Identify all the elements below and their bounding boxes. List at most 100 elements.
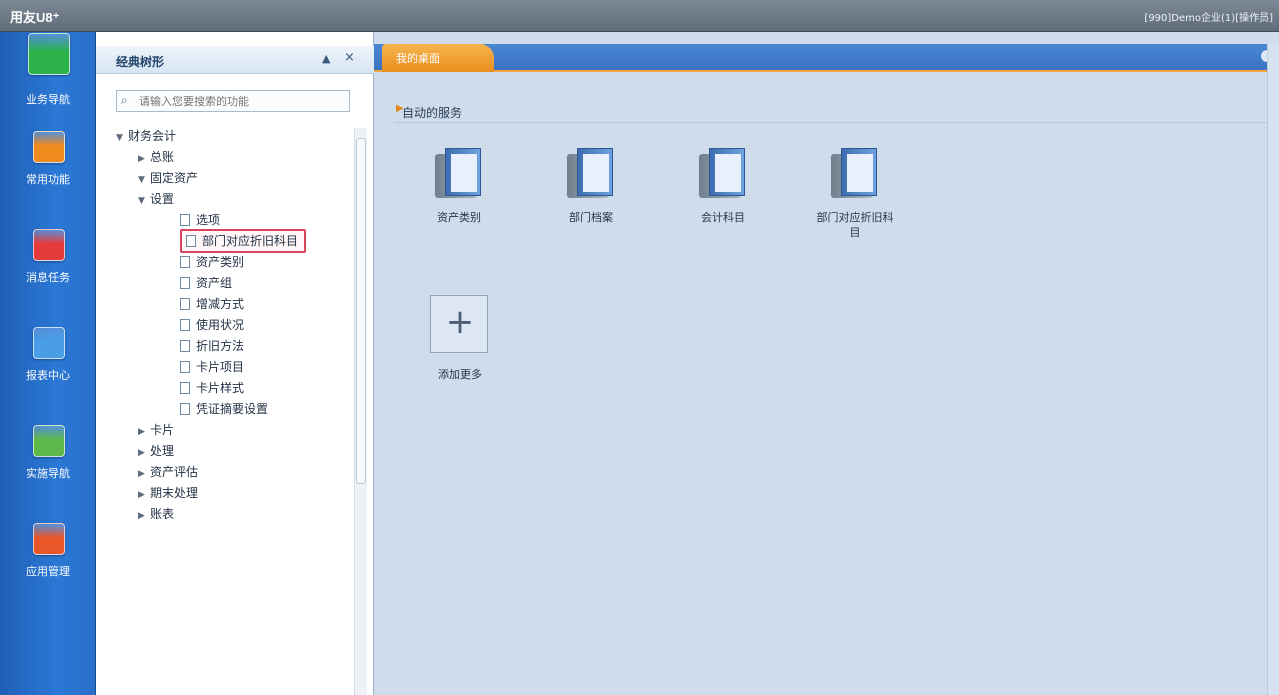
folder-icon xyxy=(831,148,879,198)
nav-item-label: 业务导航 xyxy=(26,93,70,106)
document-icon xyxy=(180,403,190,415)
shortcut-label: 部门对应折旧科目 xyxy=(816,211,894,239)
tree-node-label: 卡片项目 xyxy=(196,360,245,374)
document-icon xyxy=(180,277,190,289)
folder-icon xyxy=(435,148,483,198)
tree-node[interactable]: ▶ 处理 xyxy=(138,441,174,461)
tree-node[interactable]: ▶ 期末处理 xyxy=(138,483,198,503)
scroll-thumb[interactable] xyxy=(356,138,366,484)
section-divider xyxy=(394,122,1279,123)
nav-item-label: 常用功能 xyxy=(26,173,70,186)
document-icon xyxy=(180,298,190,310)
tree-node[interactable]: ▼ 固定资产 xyxy=(138,168,198,188)
tree-panel: 经典树形 ▲ × ⌕ ▼财务会计▶总账▼固定资产▼设置选项部门对应折旧科目资产类… xyxy=(96,32,374,695)
shortcut-item[interactable]: 部门对应折旧科目 xyxy=(800,140,910,260)
search-input[interactable] xyxy=(139,93,344,109)
tree-node-label: 部门对应折旧科目 xyxy=(202,234,299,248)
tree-node[interactable]: 使用状况 xyxy=(180,315,244,335)
add-more-button[interactable]: + xyxy=(430,295,488,353)
tree-node[interactable]: 增减方式 xyxy=(180,294,244,314)
tree-header: 经典树形 ▲ × xyxy=(96,46,374,74)
tree-node[interactable]: ▶ 资产评估 xyxy=(138,462,198,482)
tree-node[interactable]: 卡片样式 xyxy=(180,378,244,398)
close-icon[interactable]: × xyxy=(344,50,355,65)
document-icon xyxy=(180,361,190,373)
tree-node-selected[interactable]: 部门对应折旧科目 xyxy=(180,229,307,253)
nav-item[interactable]: 应用管理 xyxy=(0,523,96,609)
document-icon xyxy=(186,235,196,247)
tab-label: 我的桌面 xyxy=(396,52,440,65)
tree-node-label: 资产评估 xyxy=(150,465,199,479)
tree-node[interactable]: 资产组 xyxy=(180,273,232,293)
document-icon xyxy=(180,319,190,331)
tree-scrollbar[interactable] xyxy=(354,128,367,695)
tree-node-label: 增减方式 xyxy=(196,297,245,311)
nav-item-label: 应用管理 xyxy=(26,565,70,578)
tree-node-label: 使用状况 xyxy=(196,318,245,332)
tree-node-label: 总账 xyxy=(150,150,175,164)
nav-item[interactable]: 业务导航 xyxy=(0,33,96,119)
add-more-label[interactable]: 添加更多 xyxy=(420,366,500,382)
section-title: 自动的服务 xyxy=(402,106,463,120)
search-icon: ⌕ xyxy=(121,93,128,107)
tree-node-label: 期末处理 xyxy=(150,486,199,500)
shortcut-label: 资产类别 xyxy=(437,211,481,224)
nav-item[interactable]: 常用功能 xyxy=(0,131,96,217)
tree-node-label: 卡片样式 xyxy=(196,381,245,395)
collapse-arrow-icon[interactable]: ▶ xyxy=(138,422,150,442)
search-box: ⌕ xyxy=(116,90,350,112)
expand-arrow-icon[interactable]: ▼ xyxy=(138,191,150,211)
document-icon xyxy=(180,256,190,268)
tree-node[interactable]: 折旧方法 xyxy=(180,336,244,356)
tree-node[interactable]: 卡片项目 xyxy=(180,357,244,377)
tab-bar: 我的桌面 xyxy=(374,44,1279,72)
tree-node[interactable]: ▼ 设置 xyxy=(138,189,174,209)
tree-node[interactable]: 选项 xyxy=(180,210,220,230)
chart-icon xyxy=(33,327,65,359)
tree-node-label: 折旧方法 xyxy=(196,339,245,353)
tree-node-label: 选项 xyxy=(196,213,221,227)
tree-node[interactable]: 凭证摘要设置 xyxy=(180,399,268,419)
tree-node-label: 财务会计 xyxy=(128,129,177,143)
nav-item[interactable]: 报表中心 xyxy=(0,327,96,413)
nav-item-label: 报表中心 xyxy=(26,369,70,382)
collapse-arrow-icon[interactable]: ▶ xyxy=(138,443,150,463)
pin-icon[interactable]: ▲ xyxy=(322,52,330,65)
folder-icon xyxy=(567,148,615,198)
tree-node-label: 设置 xyxy=(150,192,175,206)
checklist-icon xyxy=(33,229,65,261)
shortcut-item[interactable]: 会计科目 xyxy=(668,140,778,260)
tree-node[interactable]: ▼ 财务会计 xyxy=(116,126,176,146)
tree-node[interactable]: ▶ 总账 xyxy=(138,147,174,167)
app-title: 用友U8⁺ xyxy=(10,10,60,25)
shortcut-item[interactable]: 部门档案 xyxy=(536,140,646,260)
collapse-arrow-icon[interactable]: ▶ xyxy=(138,149,150,169)
expand-arrow-icon[interactable]: ▼ xyxy=(138,170,150,190)
star-icon xyxy=(33,131,65,163)
tree-title: 经典树形 xyxy=(116,55,165,69)
tree-node-label: 凭证摘要设置 xyxy=(196,402,269,416)
nav-item[interactable]: 实施导航 xyxy=(0,425,96,511)
user-info: [990]Demo企业(1)[操作员] xyxy=(1144,13,1273,24)
collapse-arrow-icon[interactable]: ▶ xyxy=(138,464,150,484)
shortcut-label: 会计科目 xyxy=(701,211,745,224)
nav-item[interactable]: 消息任务 xyxy=(0,229,96,315)
grid-icon xyxy=(28,33,70,75)
tree-node[interactable]: ▶ 卡片 xyxy=(138,420,174,440)
title-bar: 用友U8⁺ [990]Demo企业(1)[操作员] xyxy=(0,0,1279,32)
tree-node-label: 处理 xyxy=(150,444,175,458)
collapse-arrow-icon[interactable]: ▶ xyxy=(138,506,150,526)
tree-node[interactable]: ▶ 账表 xyxy=(138,504,174,524)
shortcut-item[interactable]: 资产类别 xyxy=(404,140,514,260)
main-area: 我的桌面 ▶ 自动的服务 资产类别 部门档案 会计科目 部门对应折旧科目 + 添加更多 xyxy=(374,32,1279,695)
document-icon xyxy=(180,214,190,226)
expand-arrow-icon[interactable]: ▼ xyxy=(116,128,128,148)
nav-item-label: 消息任务 xyxy=(26,271,70,284)
nav-item-label: 实施导航 xyxy=(26,467,70,480)
tree-node-label: 账表 xyxy=(150,507,175,521)
plus-icon: + xyxy=(445,302,475,342)
tree-node[interactable]: 资产类别 xyxy=(180,252,244,272)
compass-icon xyxy=(33,425,65,457)
tab-my-desktop[interactable]: 我的桌面 xyxy=(382,44,494,72)
collapse-arrow-icon[interactable]: ▶ xyxy=(138,485,150,505)
